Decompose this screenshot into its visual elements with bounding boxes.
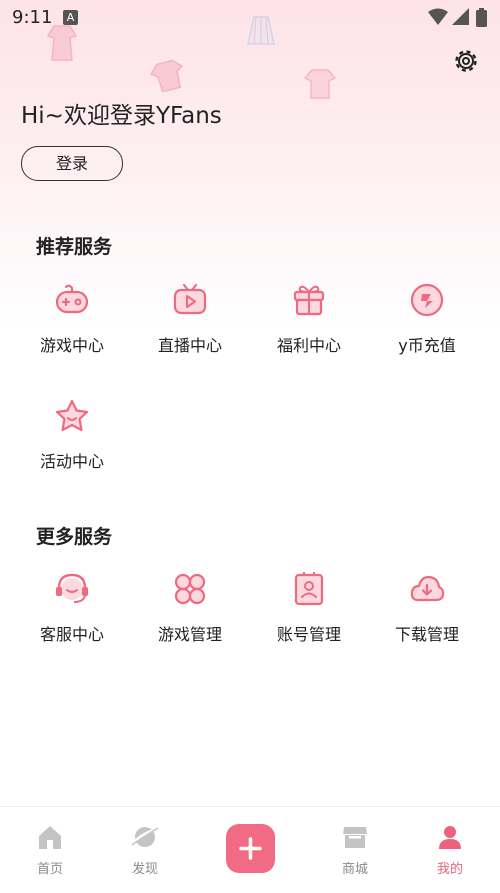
dress-decoration-icon <box>46 25 78 61</box>
publish-button[interactable] <box>226 824 275 873</box>
service-label: 下载管理 <box>394 625 459 644</box>
wifi-icon <box>428 8 448 25</box>
shop-icon <box>343 827 367 848</box>
service-label: 客服中心 <box>39 625 104 644</box>
cloud-download-icon <box>410 575 445 602</box>
section-title-recommended: 推荐服务 <box>36 236 113 258</box>
section-title-more: 更多服务 <box>36 526 113 548</box>
tab-label: 我的 <box>436 862 463 877</box>
service-ycoin-recharge[interactable]: y币充值 <box>368 282 486 382</box>
tv-play-icon <box>173 283 207 315</box>
service-game-center[interactable]: 游戏中心 <box>13 282 131 382</box>
service-label: 账号管理 <box>276 625 341 644</box>
home-icon <box>39 826 61 849</box>
gift-icon <box>293 285 325 316</box>
account-card-icon <box>294 572 324 606</box>
skirt-decoration-icon <box>247 16 275 45</box>
service-label: 游戏管理 <box>157 625 222 644</box>
service-live-center[interactable]: 直播中心 <box>131 282 249 382</box>
service-download-management[interactable]: 下载管理 <box>368 571 486 671</box>
service-label: 直播中心 <box>157 336 222 355</box>
tab-label: 商城 <box>341 862 368 877</box>
tab-label: 首页 <box>36 862 63 877</box>
top-decoration-icon <box>303 69 337 99</box>
signal-icon <box>452 8 469 25</box>
service-activity-center[interactable]: 活动中心 <box>13 398 131 498</box>
service-customer-support[interactable]: 客服中心 <box>13 571 131 671</box>
service-account-management[interactable]: 账号管理 <box>250 571 368 671</box>
tab-label: 发现 <box>131 862 158 877</box>
headset-icon <box>56 573 88 603</box>
apps-grid-icon <box>174 573 206 605</box>
tab-shop[interactable]: 商城 <box>305 807 405 893</box>
shirt-decoration-icon <box>150 59 184 92</box>
gear-icon[interactable] <box>452 47 480 75</box>
coin-icon <box>410 283 444 317</box>
tab-discover[interactable]: 发现 <box>95 807 195 893</box>
service-label: y币充值 <box>398 336 456 355</box>
battery-icon <box>476 8 487 27</box>
login-button[interactable]: 登录 <box>21 146 123 181</box>
service-label: 福利中心 <box>276 336 341 355</box>
user-icon <box>439 826 461 849</box>
planet-icon <box>131 827 159 847</box>
tab-mine[interactable]: 我的 <box>400 807 500 893</box>
service-welfare-center[interactable]: 福利中心 <box>250 282 368 382</box>
greeting-text: Hi~欢迎登录YFans <box>21 103 222 129</box>
star-icon <box>55 399 89 432</box>
gamepad-icon <box>55 284 89 314</box>
plus-icon <box>239 837 262 860</box>
service-label: 活动中心 <box>39 452 104 471</box>
service-game-management[interactable]: 游戏管理 <box>131 571 249 671</box>
tab-home[interactable]: 首页 <box>0 807 100 893</box>
service-label: 游戏中心 <box>39 336 104 355</box>
